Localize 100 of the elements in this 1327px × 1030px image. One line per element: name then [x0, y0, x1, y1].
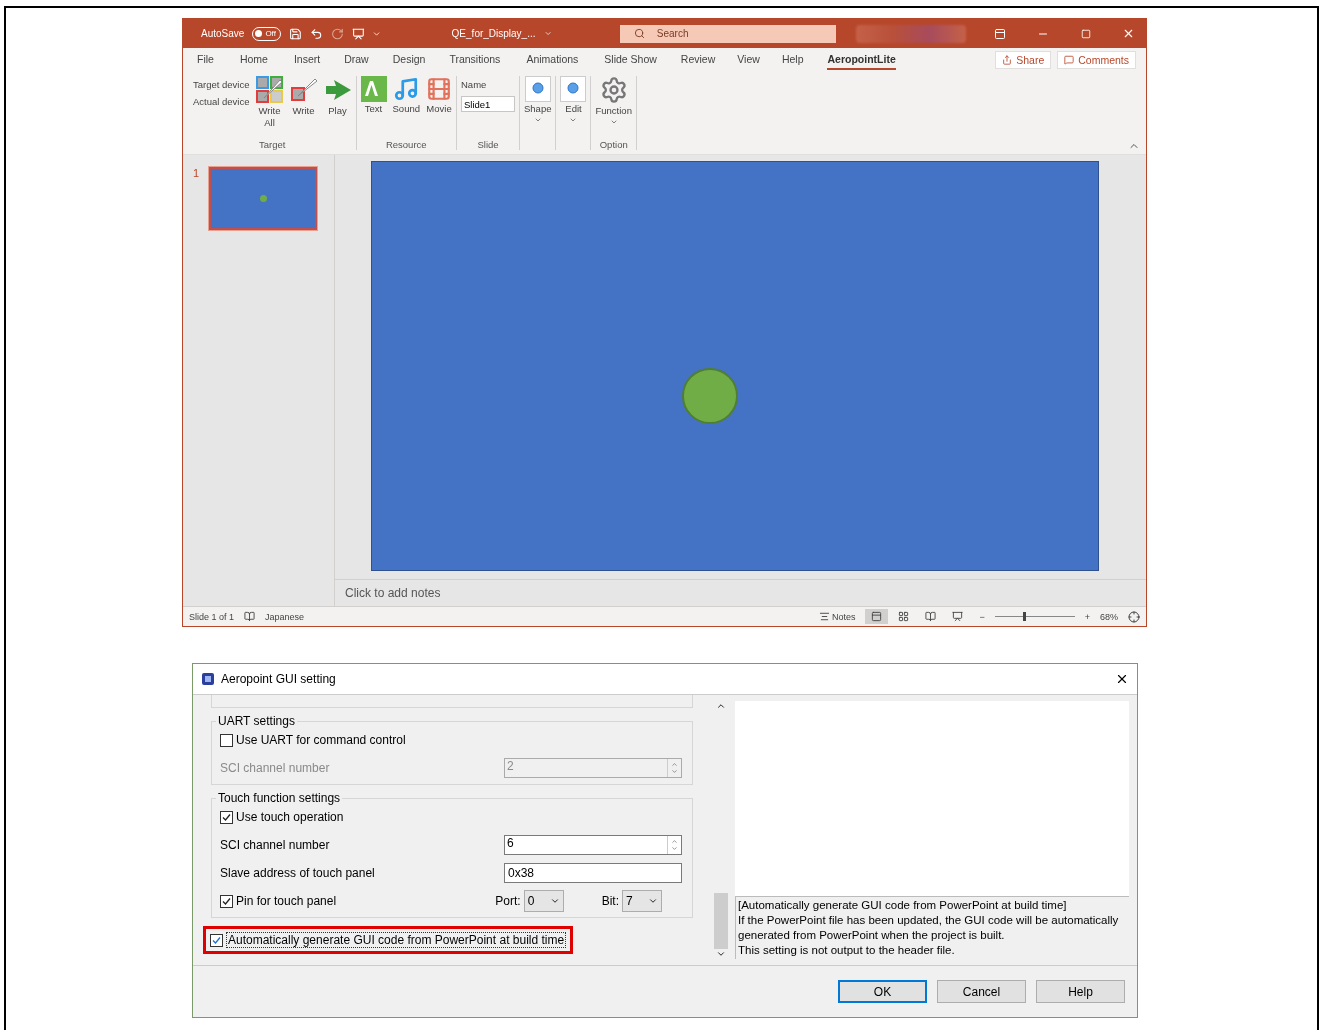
ribbon-button[interactable]: Text [360, 76, 387, 115]
spinner-field[interactable]: 6 [504, 835, 682, 855]
dialog-button[interactable]: Cancel [937, 980, 1026, 1003]
dialog-button[interactable]: OK [838, 980, 927, 1003]
presentation-icon [952, 611, 964, 622]
group-title: UART settings [217, 714, 296, 728]
search-icon [633, 28, 645, 39]
book-icon[interactable] [244, 611, 256, 622]
group-label: Target [258, 139, 287, 150]
description-text: If the PowerPoint file has been updated, the GUI code will be automatically generated from PowerPoint when the project is built. [738, 913, 1120, 943]
shape-icon [524, 76, 551, 102]
film-strip-icon [426, 76, 452, 102]
slide-number: 1 [193, 167, 200, 179]
bit-label: Bit: [601, 894, 619, 908]
comments-button[interactable]: Comments [1057, 51, 1136, 69]
menu-tab[interactable]: Animations [526, 50, 579, 70]
dot-icon [259, 195, 267, 202]
ribbon-button[interactable]: Shape [524, 76, 552, 124]
scroll-down-icon[interactable] [716, 949, 726, 959]
caret-icon [609, 118, 618, 126]
dialog-button[interactable]: Help [1036, 980, 1125, 1003]
autosave-label: AutoSave [201, 28, 245, 39]
view-button[interactable] [865, 609, 889, 624]
menu-tab[interactable]: View [737, 50, 760, 70]
checkbox[interactable] [220, 894, 233, 908]
ribbon-button[interactable]: Edit [560, 76, 587, 124]
slide-counter: Slide 1 of 1 [189, 611, 235, 622]
comment-icon [1064, 55, 1075, 65]
zoom-slider-thumb[interactable] [1022, 612, 1026, 621]
close-icon[interactable] [1115, 672, 1129, 686]
ribbon-button[interactable]: Write [289, 76, 318, 117]
port-label: Port: [495, 894, 521, 908]
save-icon[interactable] [288, 26, 302, 41]
ribbon-label: Target device [193, 79, 250, 90]
group-label: Resource [384, 139, 428, 150]
file-name[interactable]: QE_for_Display_... [451, 28, 536, 39]
quill-square-icon [289, 76, 318, 104]
caret-icon [648, 896, 658, 906]
menu-tab[interactable]: Help [781, 50, 804, 70]
normal-view-icon [871, 611, 883, 622]
notes-placeholder[interactable]: Click to add notes [335, 579, 1146, 606]
menu-tab[interactable]: Insert [293, 50, 321, 70]
caret-icon [569, 116, 578, 124]
notes-button[interactable]: Notes [818, 611, 856, 622]
ribbon-button[interactable]: Sound [392, 76, 420, 115]
search-field[interactable]: Search [619, 24, 836, 43]
menu-tab[interactable]: File [197, 50, 214, 70]
field-label: SCI channel number [220, 838, 330, 852]
ribbon-button[interactable]: Write All [255, 76, 284, 129]
scrollbar-thumb[interactable] [714, 893, 728, 949]
checkbox[interactable] [220, 733, 233, 747]
checkbox[interactable] [220, 810, 233, 824]
description-text: [Automatically generate GUI code from PowerPoint at build time] [738, 898, 1068, 913]
music-note-icon [393, 76, 420, 102]
field-label: Slave address of touch panel [220, 866, 375, 880]
ribbon-button[interactable]: Movie [426, 76, 452, 115]
zoom-percent[interactable]: 68% [1100, 611, 1118, 622]
chip-icon [201, 672, 215, 686]
share-button[interactable]: Share [995, 51, 1052, 69]
language-label[interactable]: Japanese [265, 611, 305, 622]
lines-icon [818, 611, 830, 622]
undo-icon[interactable] [309, 26, 323, 41]
group-label: Slide [476, 139, 500, 150]
window-title: Aeropoint GUI setting [221, 672, 336, 686]
ribbon-display-icon[interactable] [993, 27, 1006, 40]
scroll-up-icon[interactable] [716, 701, 726, 711]
caret-icon [533, 116, 542, 124]
menu-tab[interactable]: AeropointLite [827, 50, 896, 70]
search-placeholder: Search [656, 28, 689, 39]
settings-icon [599, 76, 628, 104]
group-label: Option [598, 139, 629, 150]
menu-tab[interactable]: Slide Show [604, 50, 657, 70]
fit-to-window-icon[interactable] [1128, 610, 1140, 623]
ribbon-label: Actual device [193, 96, 250, 107]
checkbox-label: Use touch operation [236, 810, 344, 824]
menu-tab[interactable]: Transitions [449, 50, 501, 70]
ribbon-button[interactable]: Function [595, 76, 632, 126]
menu-tab[interactable]: Review [680, 50, 716, 70]
menu-tab[interactable]: Home [239, 50, 268, 70]
checkbox-label: Use UART for command control [236, 733, 406, 747]
text-field[interactable]: 0x38 [504, 863, 682, 883]
ribbon-button[interactable]: Play [323, 76, 352, 117]
maximize-icon[interactable] [1080, 28, 1091, 39]
book-icon [925, 611, 937, 622]
name-label: Name [461, 79, 487, 90]
zoom-out-button[interactable]: − [979, 611, 985, 622]
text-tool-icon [360, 76, 387, 102]
menu-tab[interactable]: Draw [344, 50, 369, 70]
menu-tab[interactable]: Design [392, 50, 426, 70]
name-field[interactable]: Slide1 [461, 96, 515, 112]
zoom-in-button[interactable]: + [1084, 611, 1090, 622]
bit-dropdown[interactable]: 7 [622, 890, 662, 912]
checkbox[interactable] [210, 933, 223, 947]
slide-thumbnail[interactable] [209, 167, 318, 230]
colored-squares-icon [255, 76, 284, 104]
checkbox-label: Automatically generate GUI code from PowerPoint at build time [226, 932, 567, 948]
port-dropdown[interactable]: 0 [523, 890, 564, 912]
presentation-icon[interactable] [351, 26, 365, 41]
checkbox-label: Pin for touch panel [236, 894, 337, 908]
field-label: SCI channel number [220, 761, 330, 775]
